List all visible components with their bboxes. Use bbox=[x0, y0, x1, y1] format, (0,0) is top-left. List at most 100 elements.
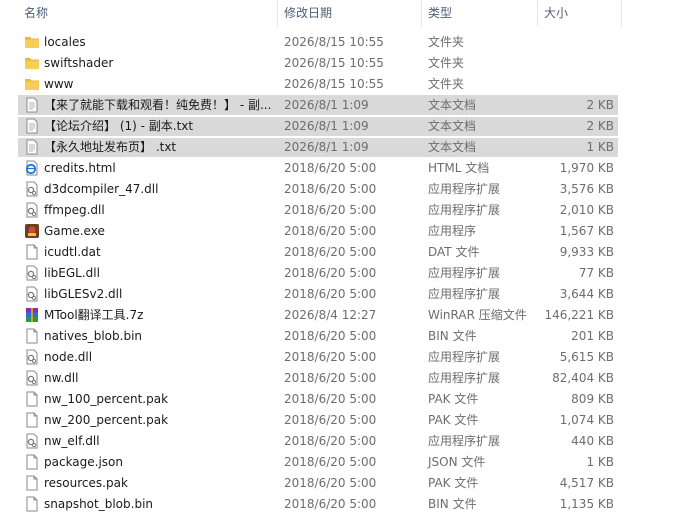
file-row[interactable]: snapshot_blob.bin 2018/6/20 5:00 BIN 文件 1,1… bbox=[0, 494, 676, 514]
file-date-modified: 2018/6/20 5:00 bbox=[284, 455, 377, 469]
file-size: 1,970 KB bbox=[559, 161, 614, 175]
file-row[interactable]: MTool翻译工具.7z 2026/8/4 12:27 WinRAR 压缩文件 146… bbox=[0, 305, 676, 325]
file-date-modified: 2026/8/15 10:55 bbox=[284, 77, 384, 91]
file-date-modified: 2018/6/20 5:00 bbox=[284, 182, 377, 196]
file-size: 809 KB bbox=[571, 392, 614, 406]
file-row[interactable]: 【永久地址发布页】 .txt 2026/8/1 1:09 文本文档 1 KB bbox=[0, 137, 676, 157]
file-size: 440 KB bbox=[571, 434, 614, 448]
column-header-size-label: 大小 bbox=[544, 6, 569, 20]
file-name: nw_200_percent.pak bbox=[44, 413, 169, 427]
file-row[interactable]: 【来了就能下载和观看！纯免费！】 - 副... 2026/8/1 1:09 文本文档… bbox=[0, 95, 676, 115]
dll-file-icon bbox=[24, 370, 40, 386]
file-type: 文本文档 bbox=[428, 119, 477, 133]
file-type: 应用程序扩展 bbox=[428, 203, 501, 217]
column-header-date-label: 修改日期 bbox=[284, 6, 333, 20]
file-name: 【论坛介绍】 (1) - 副本.txt bbox=[44, 119, 194, 133]
text-file-icon bbox=[24, 139, 40, 155]
file-size: 9,933 KB bbox=[559, 245, 614, 259]
column-header-name[interactable]: 名称 ⌃ bbox=[18, 0, 278, 26]
file-name: nw_100_percent.pak bbox=[44, 392, 169, 406]
dll-file-icon bbox=[24, 202, 40, 218]
file-size: 4,517 KB bbox=[559, 476, 614, 490]
file-row[interactable]: resources.pak 2018/6/20 5:00 PAK 文件 4,517 K… bbox=[0, 473, 676, 493]
file-date-modified: 2018/6/20 5:00 bbox=[284, 287, 377, 301]
file-type: JSON 文件 bbox=[428, 455, 486, 469]
file-row[interactable]: www 2026/8/15 10:55 文件夹 bbox=[0, 74, 676, 94]
file-row[interactable]: natives_blob.bin 2018/6/20 5:00 BIN 文件 201 … bbox=[0, 326, 676, 346]
file-type: 文件夹 bbox=[428, 35, 465, 49]
dll-file-icon bbox=[24, 286, 40, 302]
file-name: 【来了就能下载和观看！纯免费！】 - 副... bbox=[44, 98, 272, 112]
file-type: 文本文档 bbox=[428, 140, 477, 154]
file-row[interactable]: nw_200_percent.pak 2018/6/20 5:00 PAK 文件 1,… bbox=[0, 410, 676, 430]
file-row[interactable]: swiftshader 2026/8/15 10:55 文件夹 bbox=[0, 53, 676, 73]
file-type: 应用程序 bbox=[428, 224, 477, 238]
file-size: 1,567 KB bbox=[559, 224, 614, 238]
file-row[interactable]: nw.dll 2018/6/20 5:00 应用程序扩展 82,404 KB bbox=[0, 368, 676, 388]
column-header-bar: 名称 ⌃ 修改日期 类型 大小 bbox=[0, 0, 676, 26]
file-row[interactable]: 【论坛介绍】 (1) - 副本.txt 2026/8/1 1:09 文本文档 2 KB bbox=[0, 116, 676, 136]
file-date-modified: 2026/8/1 1:09 bbox=[284, 98, 369, 112]
file-row[interactable]: package.json 2018/6/20 5:00 JSON 文件 1 KB bbox=[0, 452, 676, 472]
column-header-type[interactable]: 类型 bbox=[422, 0, 538, 26]
blank-file-icon bbox=[24, 328, 40, 344]
file-row[interactable]: node.dll 2018/6/20 5:00 应用程序扩展 5,615 KB bbox=[0, 347, 676, 367]
file-type: WinRAR 压缩文件 bbox=[428, 308, 527, 322]
file-date-modified: 2018/6/20 5:00 bbox=[284, 392, 377, 406]
html-file-icon bbox=[24, 160, 40, 176]
file-size: 77 KB bbox=[578, 266, 614, 280]
file-row[interactable]: icudtl.dat 2018/6/20 5:00 DAT 文件 9,933 KB bbox=[0, 242, 676, 262]
column-header-size[interactable]: 大小 bbox=[538, 0, 622, 26]
file-type: BIN 文件 bbox=[428, 329, 477, 343]
file-row[interactable]: locales 2026/8/15 10:55 文件夹 bbox=[0, 32, 676, 52]
file-name: libEGL.dll bbox=[44, 266, 100, 280]
file-date-modified: 2018/6/20 5:00 bbox=[284, 266, 377, 280]
file-type: 应用程序扩展 bbox=[428, 434, 501, 448]
file-date-modified: 2018/6/20 5:00 bbox=[284, 371, 377, 385]
file-type: 应用程序扩展 bbox=[428, 182, 501, 196]
file-date-modified: 2018/6/20 5:00 bbox=[284, 434, 377, 448]
column-header-date[interactable]: 修改日期 bbox=[278, 0, 422, 26]
file-name: package.json bbox=[44, 455, 124, 469]
file-size: 2 KB bbox=[586, 98, 614, 112]
file-name: swiftshader bbox=[44, 56, 114, 70]
file-name: nw_elf.dll bbox=[44, 434, 100, 448]
file-row[interactable]: Game.exe 2018/6/20 5:00 应用程序 1,567 KB bbox=[0, 221, 676, 241]
file-name: libGLESv2.dll bbox=[44, 287, 123, 301]
file-size: 3,644 KB bbox=[559, 287, 614, 301]
file-date-modified: 2018/6/20 5:00 bbox=[284, 161, 377, 175]
folder-icon bbox=[24, 34, 40, 50]
file-type: 应用程序扩展 bbox=[428, 287, 501, 301]
file-date-modified: 2018/6/20 5:00 bbox=[284, 413, 377, 427]
text-file-icon bbox=[24, 97, 40, 113]
file-row[interactable]: nw_elf.dll 2018/6/20 5:00 应用程序扩展 440 KB bbox=[0, 431, 676, 451]
file-type: PAK 文件 bbox=[428, 392, 479, 406]
file-date-modified: 2026/8/1 1:09 bbox=[284, 119, 369, 133]
file-date-modified: 2018/6/20 5:00 bbox=[284, 497, 377, 511]
file-name: resources.pak bbox=[44, 476, 128, 490]
file-row[interactable]: d3dcompiler_47.dll 2018/6/20 5:00 应用程序扩展 3,… bbox=[0, 179, 676, 199]
file-date-modified: 2026/8/15 10:55 bbox=[284, 56, 384, 70]
file-name: www bbox=[44, 77, 74, 91]
file-size: 5,615 KB bbox=[559, 350, 614, 364]
folder-icon bbox=[24, 55, 40, 71]
file-date-modified: 2018/6/20 5:00 bbox=[284, 476, 377, 490]
file-type: 应用程序扩展 bbox=[428, 350, 501, 364]
file-row[interactable]: libEGL.dll 2018/6/20 5:00 应用程序扩展 77 KB bbox=[0, 263, 676, 283]
file-name: locales bbox=[44, 35, 86, 49]
column-header-name-label: 名称 bbox=[24, 6, 49, 20]
file-row[interactable]: nw_100_percent.pak 2018/6/20 5:00 PAK 文件 80… bbox=[0, 389, 676, 409]
blank-file-icon bbox=[24, 412, 40, 428]
file-date-modified: 2026/8/1 1:09 bbox=[284, 140, 369, 154]
file-row[interactable]: libGLESv2.dll 2018/6/20 5:00 应用程序扩展 3,644 K… bbox=[0, 284, 676, 304]
winrar-archive-icon bbox=[24, 307, 40, 323]
blank-file-icon bbox=[24, 475, 40, 491]
file-size: 82,404 KB bbox=[552, 371, 614, 385]
blank-file-icon bbox=[24, 244, 40, 260]
file-size: 1,074 KB bbox=[559, 413, 614, 427]
file-date-modified: 2026/8/4 12:27 bbox=[284, 308, 377, 322]
file-row[interactable]: ffmpeg.dll 2018/6/20 5:00 应用程序扩展 2,010 KB bbox=[0, 200, 676, 220]
file-row[interactable]: credits.html 2018/6/20 5:00 HTML 文档 1,970 K… bbox=[0, 158, 676, 178]
exe-file-icon bbox=[24, 223, 40, 239]
file-name: snapshot_blob.bin bbox=[44, 497, 154, 511]
